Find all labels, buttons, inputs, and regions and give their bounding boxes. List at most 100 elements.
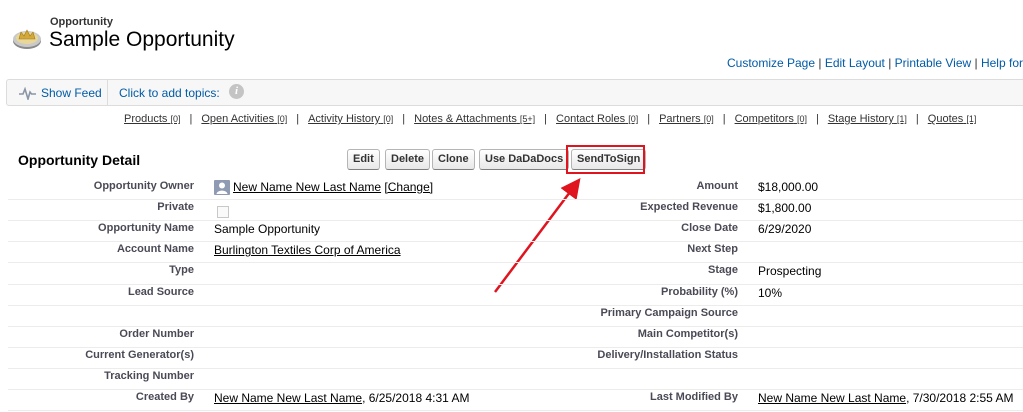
related-link-partners[interactable]: Partners [0] xyxy=(659,113,714,125)
help-link[interactable]: Help for xyxy=(981,56,1023,70)
row-divider xyxy=(8,241,552,243)
related-link-count: [0] xyxy=(628,114,639,124)
related-link-count: [0] xyxy=(383,114,394,124)
field-value: 6/29/2020 xyxy=(758,222,812,237)
delete-button[interactable]: Delete xyxy=(385,149,431,170)
avatar xyxy=(214,180,230,195)
field-label: Opportunity Name xyxy=(98,222,194,235)
private-checkbox xyxy=(217,206,229,218)
field-label: Tracking Number xyxy=(104,369,194,382)
feed-bar: Show Feed Click to add topics: i xyxy=(6,79,1023,106)
edit-layout-link[interactable]: Edit Layout xyxy=(825,56,885,70)
related-link-count: [5+] xyxy=(519,114,536,124)
related-separator: | xyxy=(544,113,548,125)
row-divider xyxy=(8,346,552,348)
related-link-contact-roles[interactable]: Contact Roles [0] xyxy=(556,113,638,125)
account-link[interactable]: Burlington Textiles Corp of America xyxy=(214,243,401,257)
row-divider xyxy=(8,325,552,327)
related-separator: | xyxy=(296,113,300,125)
info-icon[interactable]: i xyxy=(229,84,244,99)
related-link-label: Competitors xyxy=(734,113,794,125)
related-link-count: [0] xyxy=(796,114,807,124)
related-separator: | xyxy=(402,113,406,125)
row-divider xyxy=(552,410,1023,412)
related-link-products[interactable]: Products [0] xyxy=(124,113,181,125)
page-title: Sample Opportunity xyxy=(49,28,235,51)
field-label: Type xyxy=(169,264,194,277)
row-divider xyxy=(8,367,552,369)
field-label: Current Generator(s) xyxy=(85,348,194,361)
related-link-label: Partners xyxy=(659,113,701,125)
user-link[interactable]: New Name New Last Name xyxy=(214,391,362,405)
row-divider xyxy=(552,346,1023,348)
user-link[interactable]: New Name New Last Name xyxy=(233,180,381,194)
related-separator: | xyxy=(815,113,819,125)
show-feed-button[interactable]: Show Feed xyxy=(19,86,102,102)
related-link-count: [0] xyxy=(277,114,288,124)
row-divider xyxy=(8,199,552,201)
row-divider xyxy=(552,199,1023,201)
related-link-notes-attachments[interactable]: Notes & Attachments [5+] xyxy=(414,113,535,125)
related-link-count: [1] xyxy=(966,114,977,124)
add-topics-link[interactable]: Click to add topics: xyxy=(119,86,220,100)
related-link-label: Open Activities xyxy=(201,113,275,125)
row-divider xyxy=(8,283,552,285)
field-value: Burlington Textiles Corp of America xyxy=(214,243,401,257)
field-value: Prospecting xyxy=(758,264,822,279)
row-divider xyxy=(552,389,1023,390)
field-label: Lead Source xyxy=(127,285,194,298)
feed-pulse-icon xyxy=(19,86,36,102)
change-owner-link[interactable]: [Change] xyxy=(384,180,433,194)
related-link-open-activities[interactable]: Open Activities [0] xyxy=(201,113,287,125)
field-value: 10% xyxy=(758,285,783,300)
field-label: Account Name xyxy=(116,243,194,256)
field-label: Amount xyxy=(696,180,738,192)
clone-button[interactable]: Clone xyxy=(432,149,475,170)
related-link-stage-history[interactable]: Stage History [1] xyxy=(828,113,907,125)
row-divider xyxy=(552,304,1023,306)
customize-page-link[interactable]: Customize Page xyxy=(727,56,815,70)
opportunity-crown-icon xyxy=(13,29,41,49)
field-label: Next Step xyxy=(687,243,738,256)
field-label: Delivery/Installation Status xyxy=(597,348,738,361)
row-divider xyxy=(8,389,552,390)
field-value: Sample Opportunity xyxy=(214,222,321,237)
show-feed-label: Show Feed xyxy=(41,86,102,100)
related-link-quotes[interactable]: Quotes [1] xyxy=(928,113,977,125)
row-divider xyxy=(552,220,1023,222)
edit-button[interactable]: Edit xyxy=(347,149,380,170)
related-link-label: Contact Roles xyxy=(556,113,626,125)
user-link[interactable]: New Name New Last Name xyxy=(758,391,906,405)
field-value: New Name New Last Name, 6/25/2018 4:31 A… xyxy=(214,391,469,405)
field-value: New Name New Last Name, 7/30/2018 2:55 A… xyxy=(758,391,1013,405)
timestamp: , 6/25/2018 4:31 AM xyxy=(362,391,470,405)
related-separator: | xyxy=(722,113,726,125)
related-link-activity-history[interactable]: Activity History [0] xyxy=(308,113,393,125)
field-value: $1,800.00 xyxy=(758,201,812,216)
field-label: Primary Campaign Source xyxy=(600,306,738,319)
row-divider xyxy=(552,283,1023,285)
record-type-label: Opportunity xyxy=(50,16,113,28)
row-divider xyxy=(552,325,1023,327)
row-divider xyxy=(8,304,552,306)
related-link-label: Quotes xyxy=(927,113,964,125)
related-separator: | xyxy=(189,113,193,125)
highlight-box xyxy=(566,145,645,174)
field-label: Order Number xyxy=(119,327,194,340)
field-label: Created By xyxy=(135,391,194,403)
page-links: Customize Page | Edit Layout | Printable… xyxy=(726,56,1023,70)
section-title: Opportunity Detail xyxy=(18,152,141,168)
printable-view-link[interactable]: Printable View xyxy=(895,56,972,70)
field-label: Stage xyxy=(708,264,738,277)
feed-divider xyxy=(107,80,108,105)
related-link-count: [0] xyxy=(170,114,181,124)
annotation-arrow xyxy=(494,178,581,293)
field-value: $18,000.00 xyxy=(758,180,819,194)
row-divider xyxy=(8,262,552,264)
row-divider xyxy=(552,262,1023,264)
use-dadadocs-button[interactable]: Use DaDaDocs xyxy=(479,149,570,170)
related-link-count: [1] xyxy=(896,114,907,124)
related-link-competitors[interactable]: Competitors [0] xyxy=(735,113,807,125)
timestamp: , 7/30/2018 2:55 AM xyxy=(906,391,1014,405)
field-label: Main Competitor(s) xyxy=(637,327,738,340)
